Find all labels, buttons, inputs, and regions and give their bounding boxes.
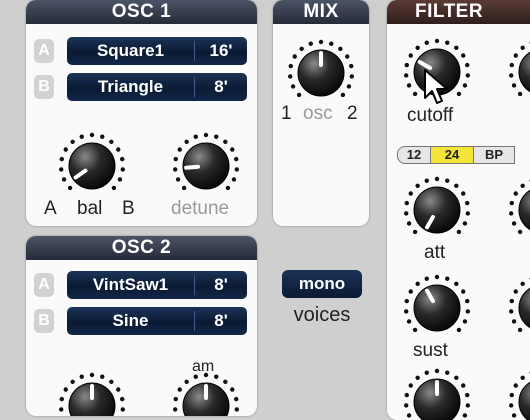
- osc2-slot-a[interactable]: A: [34, 273, 54, 297]
- osc1-detune-label: detune: [171, 198, 229, 220]
- filter-att-label: att: [424, 242, 445, 264]
- filter-mode-bp[interactable]: BP: [473, 146, 515, 164]
- osc2-knob-left[interactable]: [58, 372, 126, 416]
- osc2-wave-a-name: VintSaw1: [67, 275, 194, 295]
- filter-sust-knob[interactable]: [403, 274, 471, 342]
- mouse-pointer-icon: [423, 68, 449, 106]
- osc2-title: OSC 2: [26, 236, 257, 260]
- filter-panel: FILTER cutoff 12 24 BP att sust: [387, 0, 530, 420]
- filter-knob-right-1[interactable]: [508, 176, 530, 244]
- mix-panel: MIX 1 osc 2: [273, 0, 369, 226]
- filter-title: FILTER: [387, 0, 530, 24]
- filter-resonance-knob[interactable]: [508, 38, 530, 106]
- osc1-bal-right-label: B: [122, 198, 135, 220]
- osc1-wave-b-footage[interactable]: 8': [194, 77, 247, 97]
- filter-sust-label: sust: [413, 340, 448, 362]
- mix-osc-label: osc: [303, 103, 333, 125]
- osc2-wave-a-footage[interactable]: 8': [194, 275, 247, 295]
- osc2-wave-b-footage[interactable]: 8': [194, 311, 247, 331]
- osc1-wave-a-name: Square1: [67, 41, 194, 61]
- voices-mono-button[interactable]: mono: [282, 270, 362, 298]
- voices-label: voices: [282, 304, 362, 327]
- filter-att-knob[interactable]: [403, 176, 471, 244]
- osc2-panel: OSC 2 A VintSaw1 8' B Sine 8' am: [26, 236, 257, 416]
- filter-cutoff-label: cutoff: [407, 105, 453, 127]
- osc1-wave-b-selector[interactable]: Triangle 8': [67, 73, 247, 101]
- osc1-slot-b[interactable]: B: [34, 75, 54, 99]
- osc1-bal-label: bal: [77, 198, 102, 220]
- filter-knob-right-2[interactable]: [508, 274, 530, 342]
- osc1-wave-b-name: Triangle: [67, 77, 194, 97]
- osc2-wave-b-selector[interactable]: Sine 8': [67, 307, 247, 335]
- osc1-title: OSC 1: [26, 0, 257, 24]
- mix-knob[interactable]: [287, 39, 355, 107]
- osc1-wave-a-footage[interactable]: 16': [194, 41, 247, 61]
- osc2-slot-b[interactable]: B: [34, 309, 54, 333]
- filter-knob-bottom[interactable]: [403, 368, 471, 420]
- osc2-wave-b-name: Sine: [67, 311, 194, 331]
- osc1-detune-knob[interactable]: [172, 132, 240, 200]
- osc1-bal-knob[interactable]: [58, 132, 126, 200]
- filter-knob-bottom-right[interactable]: [508, 368, 530, 420]
- osc2-wave-a-selector[interactable]: VintSaw1 8': [67, 271, 247, 299]
- mix-right-label: 2: [347, 103, 358, 125]
- filter-mode-24[interactable]: 24: [430, 146, 474, 164]
- osc1-slot-a[interactable]: A: [34, 39, 54, 63]
- mix-left-label: 1: [281, 103, 292, 125]
- osc2-am-knob[interactable]: [172, 372, 240, 416]
- osc1-panel: OSC 1 A Square1 16' B Triangle 8' A bal …: [26, 0, 257, 226]
- osc1-bal-left-label: A: [44, 198, 57, 220]
- mix-title: MIX: [273, 0, 369, 24]
- osc1-wave-a-selector[interactable]: Square1 16': [67, 37, 247, 65]
- filter-mode-12[interactable]: 12: [397, 146, 431, 164]
